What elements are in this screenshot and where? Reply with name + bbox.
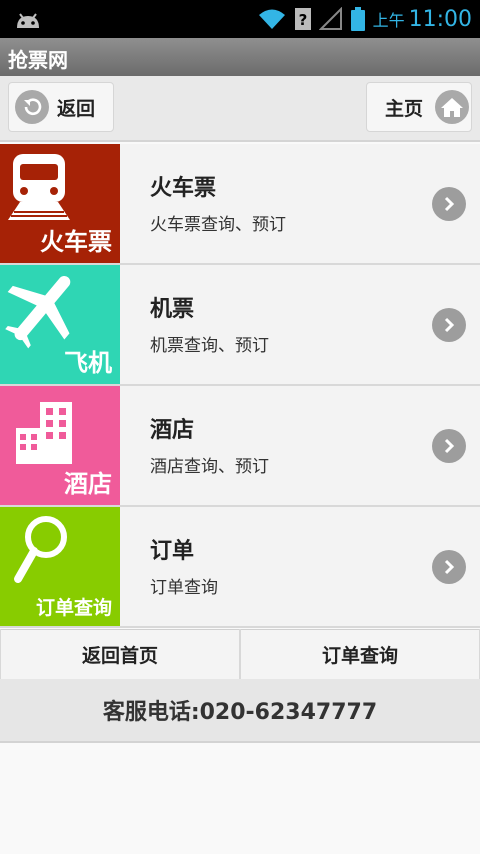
chevron-right-icon: [432, 429, 466, 463]
hotel-tile-label: 酒店: [64, 470, 112, 498]
orders-title: 订单: [150, 539, 195, 564]
home-icon: [435, 90, 470, 124]
train-title: 火车票: [150, 176, 217, 201]
status-bar: ? 上午 11:00: [0, 0, 480, 38]
train-icon: [8, 154, 70, 220]
flight-tile: 飞机: [0, 265, 120, 384]
hotel-tile: 酒店: [0, 386, 120, 505]
train-subtitle: 火车票查询、预订: [150, 215, 286, 235]
back-arrow-icon: [15, 90, 49, 124]
chevron-right-icon: [432, 187, 466, 221]
list-item-orders[interactable]: 订单查询 订单 订单查询: [0, 507, 480, 628]
chevron-right-icon: [432, 550, 466, 584]
list-item-train[interactable]: 火车票 火车票 火车票查询、预订: [0, 144, 480, 265]
back-button-label: 返回: [57, 97, 96, 120]
battery-icon: [350, 7, 365, 31]
customer-service-phone: 客服电话:020-62347777: [0, 679, 480, 743]
home-button[interactable]: 主页: [366, 82, 472, 132]
svg-text:?: ?: [298, 11, 307, 29]
bottom-button-bar: 返回首页 订单查询: [0, 629, 480, 679]
order-query-button[interactable]: 订单查询: [241, 629, 479, 679]
signal-icon: [318, 7, 342, 30]
train-tile: 火车票: [0, 144, 120, 263]
flight-title: 机票: [150, 297, 195, 322]
status-time: 11:00: [408, 6, 472, 32]
list-item-flight[interactable]: 飞机 机票 机票查询、预订: [0, 265, 480, 386]
orders-tile: 订单查询: [0, 507, 120, 626]
hotel-subtitle: 酒店查询、预订: [150, 457, 269, 477]
return-home-button[interactable]: 返回首页: [1, 629, 239, 679]
magnifier-icon: [14, 516, 67, 583]
building-icon: [16, 402, 72, 464]
app-title: 抢票网: [8, 48, 68, 72]
status-ampm: 上午: [372, 11, 405, 30]
flight-tile-label: 飞机: [64, 349, 112, 377]
hotel-title: 酒店: [150, 418, 195, 443]
chevron-right-icon: [432, 308, 466, 342]
home-button-label: 主页: [385, 97, 424, 120]
orders-tile-label: 订单查询: [35, 597, 112, 619]
list-item-hotel[interactable]: 酒店 酒店 酒店查询、预订: [0, 386, 480, 507]
train-tile-label: 火车票: [40, 228, 112, 256]
android-icon: [17, 13, 39, 28]
app-title-bar: 抢票网: [0, 38, 480, 76]
flight-subtitle: 机票查询、预订: [150, 336, 269, 356]
airplane-icon: [5, 276, 71, 349]
back-button[interactable]: 返回: [8, 82, 114, 132]
service-list: 火车票 火车票 火车票查询、预订 飞机 机票 机票查询、预订 酒店 酒店 酒店查…: [0, 144, 480, 628]
orders-subtitle: 订单查询: [150, 578, 218, 598]
nav-bar: 返回 主页: [0, 76, 480, 142]
wifi-icon: [258, 9, 285, 29]
no-sim-icon: ?: [294, 8, 311, 30]
